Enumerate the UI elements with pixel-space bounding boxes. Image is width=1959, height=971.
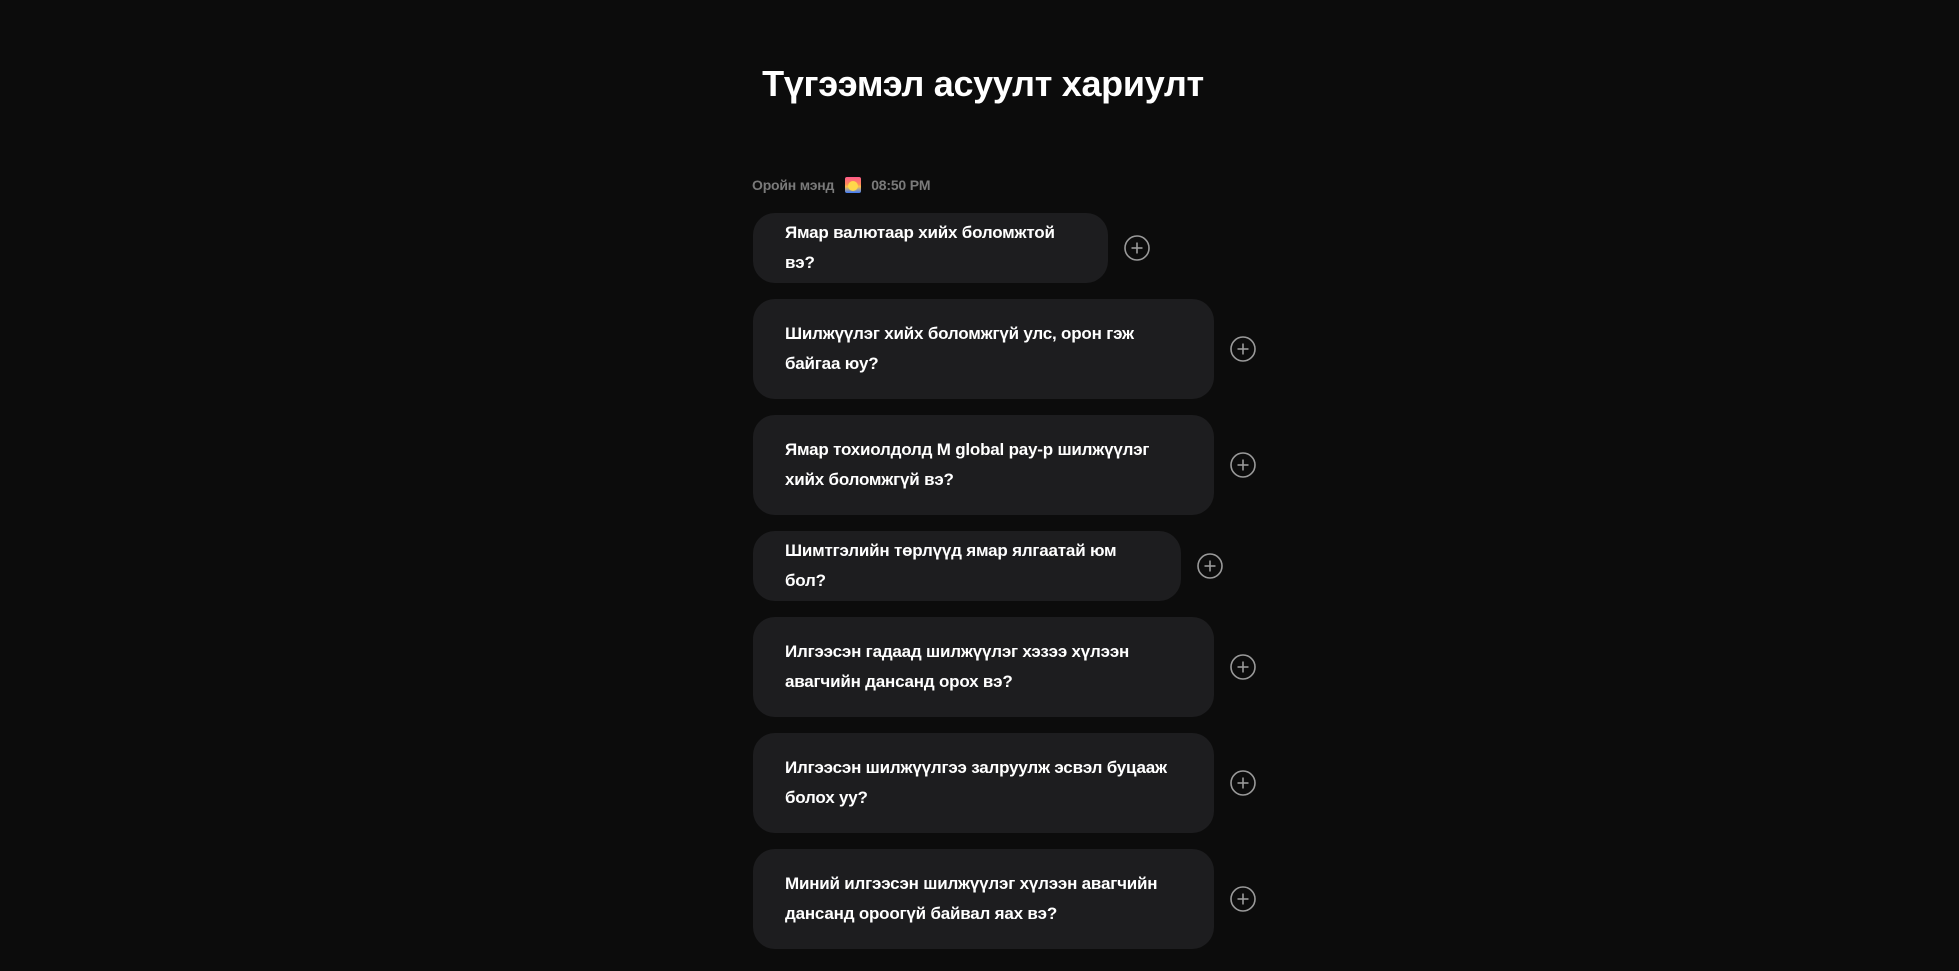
plus-circle-icon[interactable] <box>1230 336 1256 362</box>
sunset-icon <box>845 177 862 193</box>
greeting-time: 08:50 PM <box>871 177 931 193</box>
plus-circle-icon[interactable] <box>1124 235 1150 261</box>
plus-circle-icon[interactable] <box>1197 553 1223 579</box>
greeting-text: Оройн мэнд <box>752 177 835 193</box>
plus-circle-icon[interactable] <box>1230 770 1256 796</box>
plus-circle-icon[interactable] <box>1230 886 1256 912</box>
faq-page: Түгээмэл асуулт хариулт Оройн мэнд 08:50… <box>0 0 1959 971</box>
faq-item[interactable]: Ямар валютаар хийх боломжтой вэ? <box>753 213 1256 283</box>
plus-circle-icon[interactable] <box>1230 654 1256 680</box>
faq-question[interactable]: Шимтгэлийн төрлүүд ямар ялгаатай юм бол? <box>753 531 1181 601</box>
faq-list: Ямар валютаар хийх боломжтой вэ? Шилжүүл… <box>753 213 1256 965</box>
plus-circle-icon[interactable] <box>1230 452 1256 478</box>
faq-question[interactable]: Миний илгээсэн шилжүүлэг хүлээн авагчийн… <box>753 849 1214 949</box>
faq-item[interactable]: Илгээсэн гадаад шилжүүлэг хэзээ хүлээн а… <box>753 617 1256 717</box>
faq-item[interactable]: Шилжүүлэг хийх боломжгүй улс, орон гэж б… <box>753 299 1256 399</box>
faq-question[interactable]: Ямар тохиолдолд M global pay-р шилжүүлэг… <box>753 415 1214 515</box>
greeting-row: Оройн мэнд 08:50 PM <box>752 174 931 196</box>
faq-question[interactable]: Ямар валютаар хийх боломжтой вэ? <box>753 213 1108 283</box>
faq-question[interactable]: Илгээсэн шилжүүлгээ залруулж эсвэл буцаа… <box>753 733 1214 833</box>
faq-item[interactable]: Шимтгэлийн төрлүүд ямар ялгаатай юм бол? <box>753 531 1256 601</box>
page-title: Түгээмэл асуулт хариулт <box>762 63 1204 104</box>
faq-question[interactable]: Илгээсэн гадаад шилжүүлэг хэзээ хүлээн а… <box>753 617 1214 717</box>
faq-item[interactable]: Миний илгээсэн шилжүүлэг хүлээн авагчийн… <box>753 849 1256 949</box>
faq-item[interactable]: Илгээсэн шилжүүлгээ залруулж эсвэл буцаа… <box>753 733 1256 833</box>
faq-item[interactable]: Ямар тохиолдолд M global pay-р шилжүүлэг… <box>753 415 1256 515</box>
faq-question[interactable]: Шилжүүлэг хийх боломжгүй улс, орон гэж б… <box>753 299 1214 399</box>
